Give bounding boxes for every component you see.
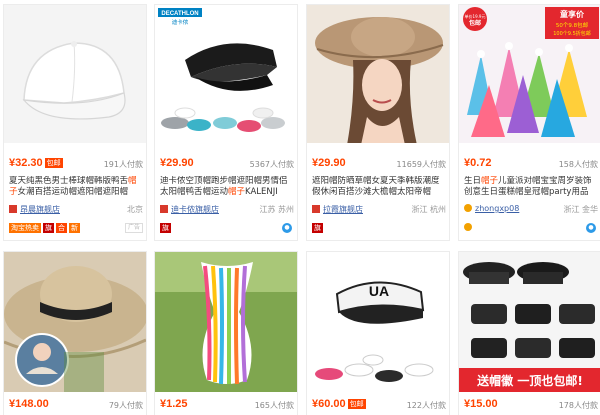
- product-image[interactable]: [155, 252, 297, 392]
- price-row: ¥60.00 包邮 122人付款: [312, 398, 446, 414]
- product-title[interactable]: 迪卡侬空顶帽跑步帽遮阳帽男情侣太阳帽鸭舌帽运动帽子KALENJI: [160, 176, 294, 198]
- free-shipping-badge: 包邮: [347, 399, 366, 409]
- shop-icon: [312, 205, 320, 213]
- product-card[interactable]: 童享价 50个9.8包邮 100个9.5折包邮 单价19.9元 包邮 ¥0.72…: [458, 4, 600, 241]
- price: ¥0.72: [464, 157, 492, 169]
- stamp-line1: 单价19.9元: [465, 13, 486, 19]
- tag[interactable]: 合: [56, 223, 67, 233]
- free-shipping-badge: 包邮: [44, 158, 63, 168]
- stamp-line2: 包邮: [469, 19, 481, 27]
- product-title[interactable]: 遮阳帽防晒草帽女夏天季韩版潮度假休闲百搭沙滩大檐帽太阳帝帽: [312, 176, 446, 198]
- svg-text:UA: UA: [369, 283, 389, 299]
- location: 浙江 杭州: [411, 205, 446, 214]
- product-image[interactable]: [307, 5, 449, 143]
- product-image[interactable]: [4, 252, 146, 392]
- shop-link[interactable]: 拉霞旗舰店: [323, 205, 363, 214]
- shop-icon: [9, 205, 17, 213]
- location: 江苏 苏州: [259, 205, 294, 214]
- price: ¥29.90: [312, 157, 346, 169]
- product-grid: ¥32.30 包邮 191人付款 夏天纯黑色男士棒球帽韩版鸭舌帽子女潮百搭运动帽遮…: [0, 0, 600, 415]
- tag[interactable]: 旗: [312, 223, 323, 233]
- product-image[interactable]: 童享价 50个9.8包邮 100个9.5折包邮 单价19.9元 包邮: [459, 5, 600, 143]
- tag[interactable]: 新: [69, 223, 80, 233]
- location: 浙江 金华: [563, 205, 598, 214]
- price: ¥15.00: [464, 398, 498, 410]
- sold-count: 5367人付款: [249, 160, 294, 169]
- sold-count: 165人付款: [254, 401, 294, 410]
- sold-count: 191人付款: [103, 160, 143, 169]
- sold-count: 11659人付款: [396, 160, 446, 169]
- product-card[interactable]: 送帽徽 一顶也包邮! ¥15.00 178人付款: [458, 251, 600, 415]
- tag[interactable]: 旗: [43, 223, 54, 233]
- banner-title: 童享价: [560, 9, 585, 19]
- shop-row: 迪卡侬旗舰店 江苏 苏州: [160, 204, 294, 216]
- product-card[interactable]: UA ¥60.00 包邮 122人付款: [306, 251, 450, 415]
- product-card[interactable]: ¥32.30 包邮 191人付款 夏天纯黑色男士棒球帽韩版鸭舌帽子女潮百搭运动帽遮…: [3, 4, 147, 241]
- shop-link[interactable]: 昂晨旗舰店: [20, 205, 60, 214]
- shop-row: zhongxp08 浙江 金华: [464, 204, 598, 216]
- tag[interactable]: 淘宝热卖: [9, 223, 41, 233]
- price: ¥1.25: [160, 398, 188, 410]
- brand-logo-sub: 迪卡侬: [172, 18, 189, 26]
- price: ¥148.00: [9, 398, 49, 410]
- tag-row: 旗: [312, 223, 446, 235]
- product-card[interactable]: DECATHLON 迪卡侬 ¥29.90 5367人付款 迪卡侬空顶帽跑步帽遮阳…: [154, 4, 298, 241]
- product-title[interactable]: 生日帽子儿童派对帽宝宝周岁装饰创意生日蛋糕帽皇冠帽party用品: [464, 176, 598, 198]
- price: ¥29.90: [160, 157, 194, 169]
- product-card[interactable]: ¥29.90 11659人付款 遮阳帽防晒草帽女夏天季韩版潮度假休闲百搭沙滩大檐…: [306, 4, 450, 241]
- sold-count: 178人付款: [558, 401, 598, 410]
- ad-label: 广告: [124, 223, 143, 233]
- product-image[interactable]: [4, 5, 146, 143]
- promo-banner: 送帽徽 一顶也包邮!: [476, 373, 583, 388]
- shop-icon: [160, 205, 168, 213]
- brand-logo: DECATHLON: [161, 11, 198, 17]
- price-row: ¥32.30 包邮 191人付款: [9, 157, 143, 173]
- tag-row: 旗 ●: [160, 223, 294, 235]
- price: ¥32.30: [9, 157, 43, 169]
- price-row: ¥29.90 11659人付款: [312, 157, 446, 173]
- banner-line1: 50个9.8包邮: [556, 21, 589, 29]
- price-row: ¥148.00 79人付款: [9, 398, 143, 414]
- price-row: ¥15.00 178人付款: [464, 398, 598, 414]
- shop-icon: [464, 204, 472, 212]
- rank-icon: [464, 223, 472, 231]
- price: ¥60.00: [312, 398, 346, 410]
- price-row: ¥0.72 158人付款: [464, 157, 598, 173]
- tag-row: 淘宝热卖旗合新 广告: [9, 223, 143, 235]
- tag[interactable]: 旗: [160, 223, 171, 233]
- sold-count: 122人付款: [406, 401, 446, 410]
- chat-icon[interactable]: ●: [282, 223, 292, 233]
- sold-count: 79人付款: [108, 401, 143, 410]
- chat-icon[interactable]: ●: [586, 223, 596, 233]
- product-image[interactable]: 送帽徽 一顶也包邮!: [459, 252, 600, 392]
- price-row: ¥29.90 5367人付款: [160, 157, 294, 173]
- sold-count: 158人付款: [558, 160, 598, 169]
- product-title[interactable]: 夏天纯黑色男士棒球帽韩版鸭舌帽子女潮百搭运动帽遮阳帽遮阳帽: [9, 176, 143, 198]
- shop-link[interactable]: zhongxp08: [475, 204, 519, 213]
- product-card[interactable]: ¥148.00 79人付款: [3, 251, 147, 415]
- product-image[interactable]: DECATHLON 迪卡侬: [155, 5, 297, 143]
- product-image[interactable]: UA: [307, 252, 449, 392]
- product-card[interactable]: ¥1.25 165人付款: [154, 251, 298, 415]
- banner-line2: 100个9.5折包邮: [553, 30, 591, 37]
- shop-row: 拉霞旗舰店 浙江 杭州: [312, 204, 446, 216]
- price-row: ¥1.25 165人付款: [160, 398, 294, 414]
- location: 北京: [127, 205, 143, 214]
- shop-link[interactable]: 迪卡侬旗舰店: [171, 205, 219, 214]
- shop-row: 昂晨旗舰店 北京: [9, 204, 143, 216]
- tag-row: ●: [464, 223, 598, 235]
